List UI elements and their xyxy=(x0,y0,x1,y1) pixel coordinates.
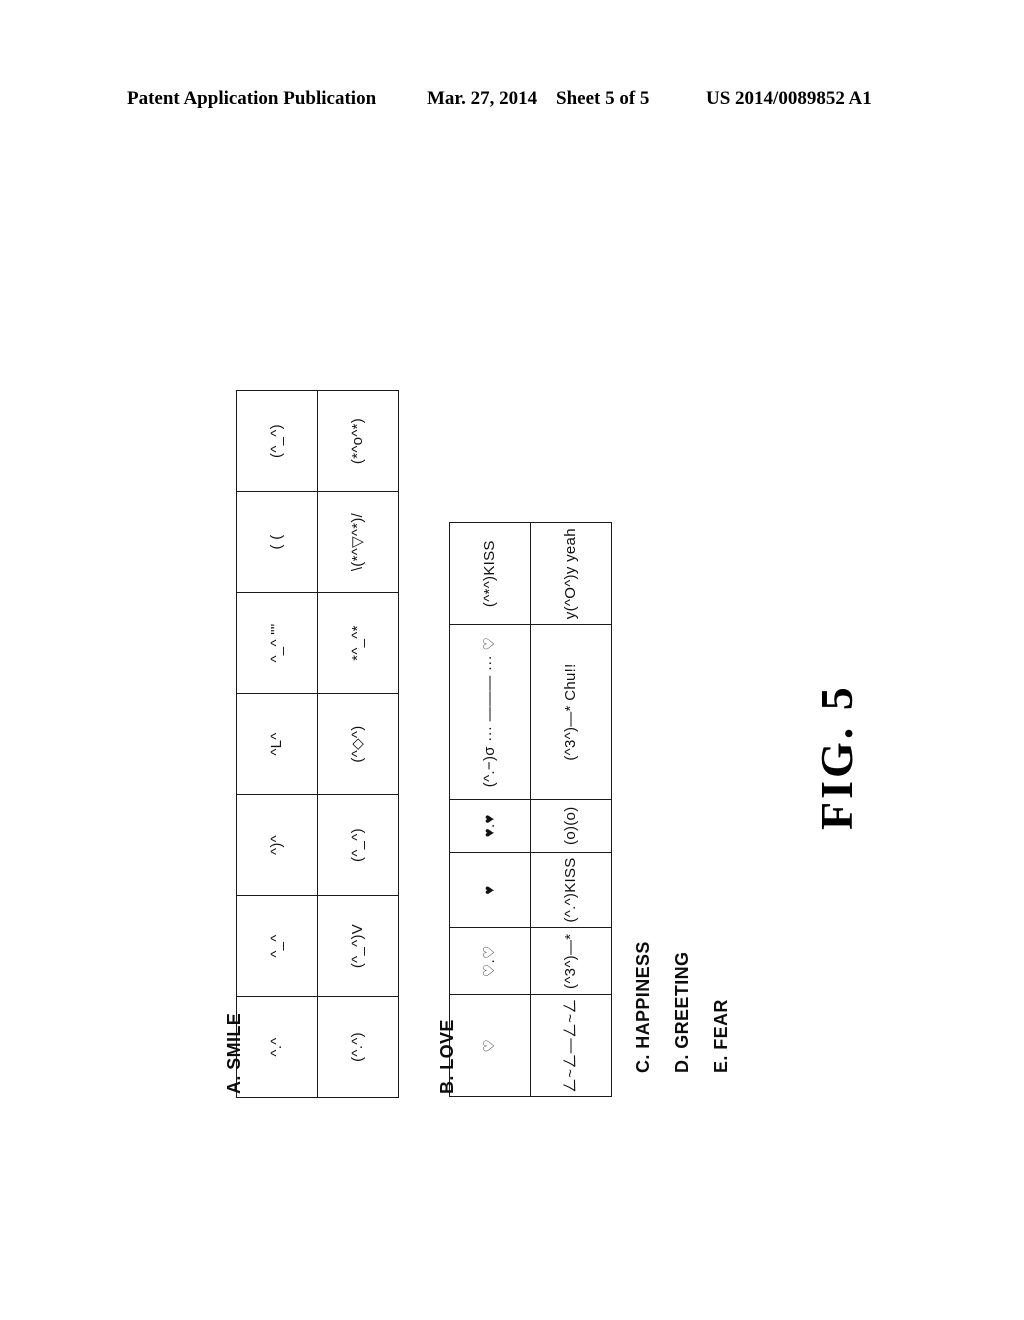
cell-a-r2-c3: (^_^) xyxy=(317,794,399,896)
label-d-greeting: D. GREETING xyxy=(672,951,692,1073)
cell-b-r2-c1: ㄥ~ㄥ—ㄥ~ㄥ xyxy=(530,994,612,1097)
cell-a-r1-c4: ^L^ xyxy=(236,693,318,795)
cell-a-r1-c2: ^_^ xyxy=(236,895,318,997)
cell-a-r2-c4: (^◇^) xyxy=(317,693,399,795)
cell-a-r1-c1: ^.^ xyxy=(236,996,318,1098)
table-row: ♡ ♡.♡ ♥ ♥.♥ (^.−)σ ··· ——— ··· ♡ (^*^)KI… xyxy=(449,522,531,1097)
figure-label: FIG. 5 xyxy=(811,684,862,830)
cell-b-r1-c5: (^.−)σ ··· ——— ··· ♡ xyxy=(449,624,531,800)
cell-b-r2-c2: (^3^)—* xyxy=(530,927,612,995)
cell-a-r2-c2: (^_^)V xyxy=(317,895,399,997)
cell-a-r1-c6: ( ( xyxy=(236,491,318,593)
table-b-love: ♡ ♡.♡ ♥ ♥.♥ (^.−)σ ··· ——— ··· ♡ (^*^)KI… xyxy=(449,522,612,1097)
cell-b-r2-c3: (^.^)KISS xyxy=(530,852,612,928)
cell-a-r1-c7: (^_^) xyxy=(236,390,318,492)
cell-a-r1-c3: ^)^ xyxy=(236,794,318,896)
cell-b-r1-c1: ♡ xyxy=(449,994,531,1097)
cell-b-r2-c6: y(^O^)y yeah xyxy=(530,522,612,625)
cell-a-r2-c6: \(*^▽^*)/ xyxy=(317,491,399,593)
table-row: ^.^ ^_^ ^)^ ^L^ ^_^ "" ( ( (^_^) xyxy=(236,390,318,1098)
label-c-happiness: C. HAPPINESS xyxy=(633,941,653,1073)
cell-a-r1-c5: ^_^ "" xyxy=(236,592,318,694)
cell-b-r1-c3: ♥ xyxy=(449,852,531,928)
label-e-fear: E. FEAR xyxy=(711,999,731,1073)
cell-b-r2-c4: (o)(o) xyxy=(530,799,612,853)
table-row: (^.^) (^_^)V (^_^) (^◇^) *^_^* \(*^▽^*)/… xyxy=(317,390,399,1098)
table-a-smile: ^.^ ^_^ ^)^ ^L^ ^_^ "" ( ( (^_^) (^.^) (… xyxy=(236,390,399,1098)
cell-b-r2-c5: (^3^)—* Chu!! xyxy=(530,624,612,800)
table-a-label: A. SMILE xyxy=(224,1012,244,1094)
cell-a-r2-c1: (^.^) xyxy=(317,996,399,1098)
cell-b-r1-c4: ♥.♥ xyxy=(449,799,531,853)
cell-a-r2-c7: (*^o^*) xyxy=(317,390,399,492)
cell-b-r1-c2: ♡.♡ xyxy=(449,927,531,995)
cell-b-r1-c6: (^*^)KISS xyxy=(449,522,531,625)
table-b-love-wrapper: ♡ ♡.♡ ♥ ♥.♥ (^.−)σ ··· ——— ··· ♡ (^*^)KI… xyxy=(449,522,612,1097)
table-a-smile-wrapper: ^.^ ^_^ ^)^ ^L^ ^_^ "" ( ( (^_^) (^.^) (… xyxy=(236,390,399,1098)
cell-a-r2-c5: *^_^* xyxy=(317,592,399,694)
table-b-label: B. LOVE xyxy=(437,1019,457,1094)
table-row: ㄥ~ㄥ—ㄥ~ㄥ (^3^)—* (^.^)KISS (o)(o) (^3^)—*… xyxy=(530,522,612,1097)
figure-5-drawing: ^.^ ^_^ ^)^ ^L^ ^_^ "" ( ( (^_^) (^.^) (… xyxy=(0,0,1024,1320)
